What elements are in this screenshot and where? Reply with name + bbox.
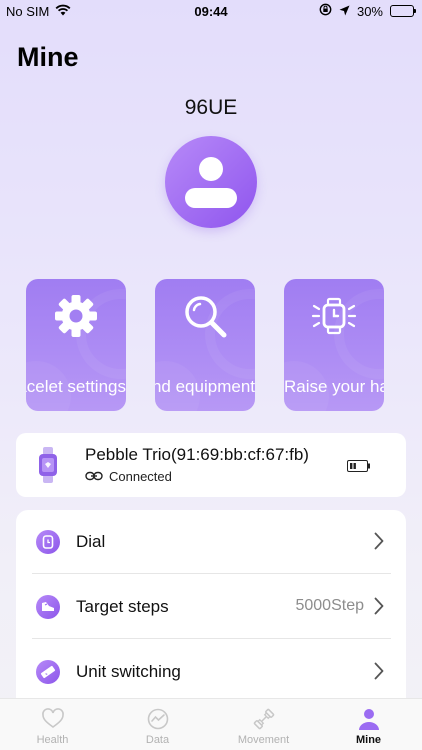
search-icon <box>180 291 230 341</box>
chevron-right-icon <box>374 662 384 685</box>
settings-menu: Dial Target steps 5000Step Unit switchin… <box>16 510 406 698</box>
tab-bar: Health Data Movement Mine <box>0 698 422 750</box>
tab-label: Health <box>36 734 69 746</box>
menu-item-dial[interactable]: Dial <box>16 510 406 574</box>
gear-icon <box>51 291 101 341</box>
device-status-text: Connected <box>109 469 172 484</box>
tab-label: Mine <box>355 734 382 746</box>
status-right: 30% <box>319 3 416 19</box>
page-title: Mine <box>17 42 79 72</box>
chevron-right-icon <box>374 597 384 620</box>
tile-label: Find equipment <box>155 377 255 396</box>
menu-item-label: Unit switching <box>76 662 181 681</box>
ruler-icon <box>36 660 60 684</box>
sneaker-icon <box>36 595 60 619</box>
chevron-right-icon <box>374 532 384 555</box>
tab-health[interactable]: Health <box>0 699 105 750</box>
tile-label: Bracelet settings <box>26 377 126 396</box>
bracelet-settings-tile[interactable]: Bracelet settings <box>26 279 126 411</box>
tile-label: Raise your hand to light <box>284 377 384 396</box>
menu-item-label: Target steps <box>76 597 169 616</box>
status-bar: No SIM 09:44 30% <box>0 0 422 22</box>
watch-icon <box>38 447 58 488</box>
person-avatar-icon <box>185 157 237 208</box>
link-icon <box>85 469 103 484</box>
user-name: 96UE <box>184 96 238 119</box>
find-equipment-tile[interactable]: Find equipment <box>155 279 255 411</box>
tab-label: Movement <box>237 734 290 746</box>
smartwatch-icon <box>309 291 359 341</box>
menu-item-target-steps[interactable]: Target steps 5000Step <box>16 575 406 639</box>
avatar[interactable] <box>165 136 257 228</box>
person-icon <box>357 707 381 731</box>
device-name: Pebble Trio(91:69:bb:cf:67:fb) <box>85 445 309 464</box>
tab-movement[interactable]: Movement <box>211 699 316 750</box>
tab-data[interactable]: Data <box>105 699 210 750</box>
battery-low-icon <box>347 459 371 477</box>
menu-item-label: Dial <box>76 532 106 551</box>
rotation-lock-icon <box>319 3 332 19</box>
tab-label: Data <box>145 734 170 746</box>
raise-hand-light-tile[interactable]: Raise your hand to light <box>284 279 384 411</box>
location-arrow-icon <box>339 4 350 19</box>
tab-mine[interactable]: Mine <box>316 699 421 750</box>
battery-percent: 30% <box>356 3 383 19</box>
device-card[interactable]: Pebble Trio(91:69:bb:cf:67:fb) Connected <box>16 433 406 497</box>
menu-item-value: 5000Step <box>295 597 364 614</box>
chart-circle-icon <box>146 707 170 731</box>
battery-icon <box>390 5 416 17</box>
divider <box>32 573 391 574</box>
divider <box>32 638 391 639</box>
device-status: Connected <box>85 469 172 484</box>
watch-face-icon <box>36 530 60 554</box>
menu-item-unit-switching[interactable]: Unit switching <box>16 640 406 698</box>
dumbbell-icon <box>252 707 276 731</box>
heart-icon <box>41 707 65 731</box>
